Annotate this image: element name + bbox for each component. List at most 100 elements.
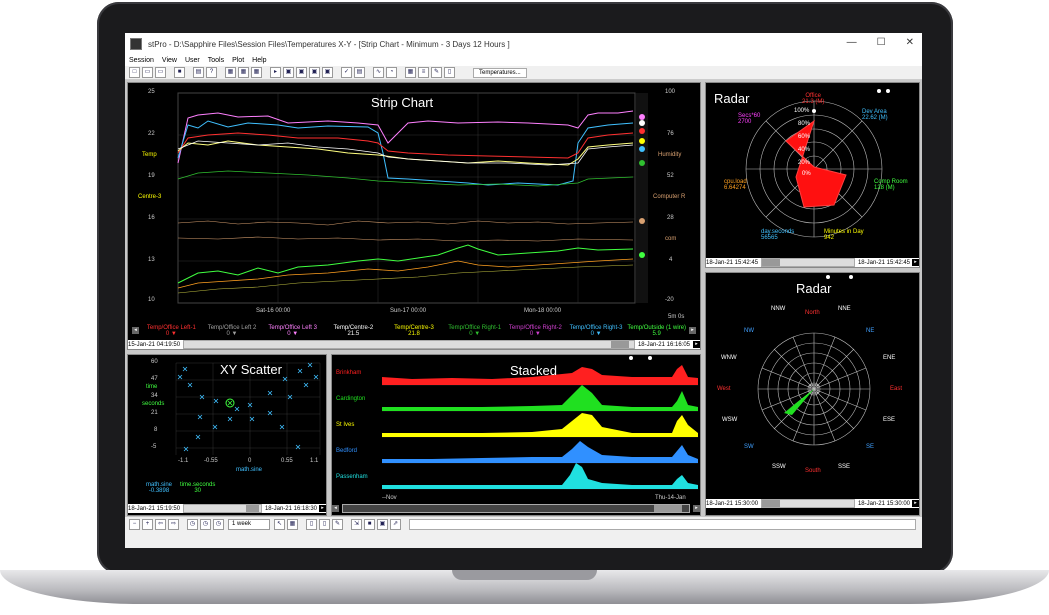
scatter-forward-icon[interactable]: ▸ — [319, 505, 326, 512]
play-icon[interactable]: ▸ — [270, 67, 281, 78]
radar-1-scrollbar[interactable] — [761, 258, 855, 267]
menu-help[interactable]: Help — [252, 57, 266, 64]
radar-label-day-seconds: day.seconds 56565 — [761, 229, 795, 241]
scroll-thumb[interactable] — [762, 500, 781, 507]
window-4-icon[interactable]: ▣ — [322, 67, 333, 78]
menu-user[interactable]: User — [185, 57, 200, 64]
scatter-y-label-1: time — [146, 384, 158, 390]
tab-temperatures[interactable]: Temperatures... — [473, 67, 527, 78]
timer-3-icon[interactable]: ◷ — [213, 518, 224, 530]
open-folder-icon[interactable]: ▭ — [155, 67, 166, 78]
compass-ssw: SSW — [772, 464, 786, 470]
strip-time-scroll: 15-Jan-21 04:19:50 18-Jan-21 16:16:05 ▸ — [128, 340, 700, 349]
layout-1-icon[interactable]: ▦ — [225, 67, 236, 78]
help-pointer-icon[interactable]: ? — [206, 67, 217, 78]
layout-2-icon[interactable]: ▦ — [238, 67, 249, 78]
zoom-in-icon[interactable]: + — [142, 518, 153, 530]
x-tick: Sun-17 00:00 — [390, 308, 427, 314]
timer-1-icon[interactable]: ◷ — [187, 518, 198, 530]
toolbar: □ ▭ ▭ ■ ▤ ? ▦ ▦ ▦ ▸ ▣ ▣ ▣ ▣ ✓ ▤ ∿ ◔ ▦ ≡ … — [125, 66, 922, 80]
compass-nne: NNE — [838, 306, 851, 312]
minimize-button[interactable]: — — [847, 37, 857, 48]
document-icon[interactable]: ▯ — [306, 518, 317, 530]
stacked-forward-icon[interactable]: ▸ — [693, 505, 700, 512]
scroll-thumb[interactable] — [611, 341, 630, 348]
maximize-button[interactable]: ☐ — [877, 37, 886, 48]
zoom-out-icon[interactable]: − — [129, 518, 140, 530]
list-icon[interactable]: ≡ — [418, 67, 429, 78]
scatter-scrollbar[interactable] — [183, 504, 262, 513]
image-icon[interactable]: ▣ — [377, 518, 388, 530]
scroll-thumb[interactable] — [245, 505, 260, 512]
radar-2-end-time: 18-Jan-21 15:30:00 — [857, 500, 910, 507]
scroll-thumb[interactable] — [762, 259, 781, 266]
grid-icon[interactable]: ▦ — [405, 67, 416, 78]
radar-1-forward-icon[interactable]: ▸ — [912, 259, 919, 266]
radar-2-start-time: 18-Jan-21 15:30:00 — [706, 500, 759, 507]
strip-start-time: 15-Jan-21 04:19:50 — [128, 341, 181, 348]
export-icon[interactable]: ⇲ — [351, 518, 362, 530]
radar-2-forward-icon[interactable]: ▸ — [912, 500, 919, 507]
stacked-scrollbar[interactable] — [342, 504, 690, 513]
open-icon[interactable]: ▭ — [142, 67, 153, 78]
timer-2-icon[interactable]: ◷ — [200, 518, 211, 530]
menu-session[interactable]: Session — [129, 57, 154, 64]
radar-label-office: Office 21.3 (M) — [802, 93, 825, 105]
check-icon[interactable]: ✓ — [341, 67, 352, 78]
menu-view[interactable]: View — [162, 57, 177, 64]
table-icon[interactable]: ▦ — [287, 518, 298, 530]
scatter-x-tick: 0.55 — [281, 458, 293, 464]
forward-icon[interactable]: ⇨ — [168, 518, 179, 530]
print-icon[interactable]: ▤ — [193, 67, 204, 78]
window-2-icon[interactable]: ▣ — [296, 67, 307, 78]
new-icon[interactable]: □ — [129, 67, 140, 78]
radar-label-dev-area: Dev Area 22.62 (M) — [862, 109, 888, 121]
window-1-icon[interactable]: ▣ — [283, 67, 294, 78]
strip-forward-icon[interactable]: ▸ — [693, 341, 700, 348]
page-icon[interactable]: ▯ — [319, 518, 330, 530]
chart-icon[interactable]: ∿ — [373, 67, 384, 78]
radar-2-scrollbar[interactable] — [761, 499, 855, 508]
bottom-toolbar: − + ⇦ ⇨ ◷ ◷ ◷ 1 week ↖ ▦ ▯ ▯ ✎ ⇲ ■ ▣ ⇗ — [125, 517, 922, 531]
y-right-tick: 4 — [669, 257, 673, 263]
window-3-icon[interactable]: ▣ — [309, 67, 320, 78]
radar-1-end-time: 18-Jan-21 15:42:45 — [857, 259, 910, 266]
legend-value: 0 ▼ — [529, 331, 541, 337]
legend-scroll-left-icon[interactable]: ◂ — [132, 327, 139, 334]
scroll-thumb[interactable] — [654, 505, 683, 512]
time-range-select[interactable]: 1 week — [228, 518, 270, 530]
y-left-tick: 22 — [148, 131, 155, 137]
compass-wsw: WSW — [722, 417, 738, 423]
window-title: stPro - D:\Sapphire Files\Session Files\… — [148, 39, 510, 49]
document-icon[interactable]: ▯ — [444, 67, 455, 78]
scatter-start-time: 18-Jan-21 15:19:50 — [128, 505, 181, 512]
stacked-back-icon[interactable]: ◂ — [332, 505, 339, 512]
save-icon-2[interactable]: ■ — [364, 518, 375, 530]
edit-icon[interactable]: ✎ — [332, 518, 343, 530]
menu-plot[interactable]: Plot — [232, 57, 244, 64]
share-icon[interactable]: ⇗ — [390, 518, 401, 530]
back-icon[interactable]: ⇦ — [155, 518, 166, 530]
title-bar: stPro - D:\Sapphire Files\Session Files\… — [125, 33, 922, 55]
radar-1-start-time: 18-Jan-21 15:42:45 — [706, 259, 759, 266]
scatter-y-tick: -5 — [151, 444, 157, 450]
close-button[interactable]: ✕ — [906, 37, 914, 48]
y-right-tick: 76 — [667, 131, 674, 137]
strip-chart-panel: Strip Chart 25 22 19 16 13 10 Temp Centr… — [127, 82, 701, 350]
report-icon[interactable]: ▤ — [354, 67, 365, 78]
note-icon[interactable]: ✎ — [431, 67, 442, 78]
stacked-row-label: Brinkham — [336, 370, 362, 376]
layout-3-icon[interactable]: ▦ — [251, 67, 262, 78]
save-icon[interactable]: ■ — [174, 67, 185, 78]
strip-scrollbar[interactable] — [183, 340, 635, 349]
menu-tools[interactable]: Tools — [208, 57, 224, 64]
gauge-icon[interactable]: ◔ — [386, 67, 397, 78]
cursor-icon[interactable]: ↖ — [274, 518, 285, 530]
stacked-row-label: St Ives — [336, 422, 355, 428]
compass-wnw: WNW — [721, 355, 737, 361]
compass-ene: ENE — [883, 355, 896, 361]
legend-scroll-right-icon[interactable]: ▸ — [689, 327, 696, 334]
legend-value: 21.5 — [347, 331, 360, 337]
stacked-row-label: Passenham — [336, 474, 368, 480]
status-input[interactable] — [409, 518, 916, 530]
